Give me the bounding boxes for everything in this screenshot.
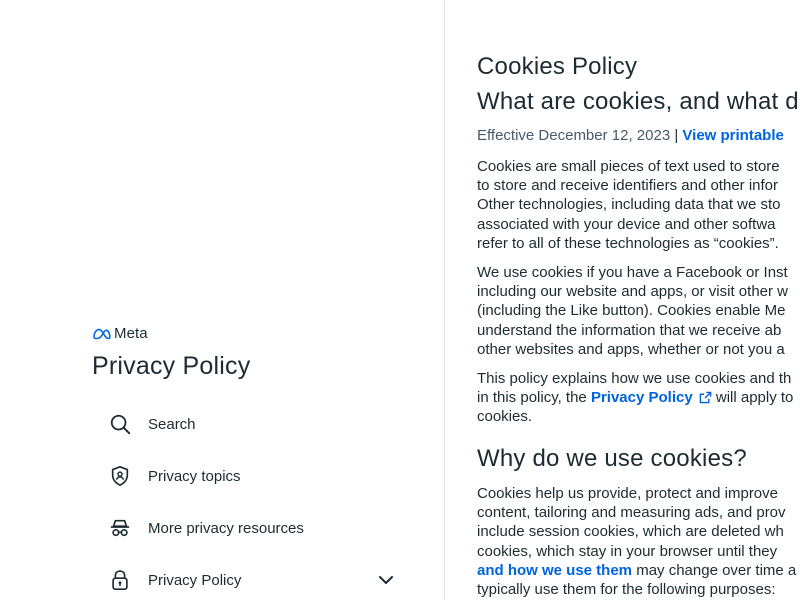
view-printable-link[interactable]: View printable [682, 127, 783, 144]
incognito-icon [108, 516, 132, 540]
how-we-use-them-link[interactable]: and how we use them [477, 562, 632, 579]
privacy-policy-link-label: Privacy Policy [590, 389, 693, 407]
sidebar-nav: Search Privacy topics More privacy resou… [92, 398, 412, 606]
chevron-down-icon[interactable] [376, 570, 396, 590]
shield-lock-icon [108, 464, 132, 488]
main-content: Cookies Policy What are cookies, and wha… [477, 0, 800, 600]
separator: | [674, 127, 679, 144]
text-line: (including the Like button). Cookies ena… [477, 302, 786, 320]
sidebar-item-label: More privacy resources [148, 519, 304, 537]
sidebar-item-more-privacy-resources[interactable]: More privacy resources [92, 502, 412, 554]
text-line: understand the information that we recei… [477, 321, 782, 339]
meta-logo[interactable]: Meta [92, 325, 148, 342]
text-line: include session cookies, which are delet… [477, 523, 784, 541]
lock-icon [108, 568, 132, 592]
paragraph-why-cookies: Cookies help us provide, protect and imp… [477, 484, 796, 599]
sidebar: Meta Privacy Policy Search Privacy topic… [0, 0, 445, 600]
sidebar-item-label: Privacy Policy [148, 571, 242, 589]
text-fragment: in this policy, the [477, 389, 591, 407]
text-line: cookies, which stay in your browser unti… [477, 542, 778, 560]
sidebar-item-label: Privacy topics [148, 467, 241, 485]
text-line: cookies. [477, 408, 533, 426]
text-line: We use cookies if you have a Facebook or… [477, 264, 788, 281]
section-heading-why-cookies: Why do we use cookies? [477, 445, 747, 472]
text-line: including our website and apps, or visit… [477, 283, 789, 301]
brand-name: Meta [114, 325, 148, 342]
text-fragment: may change over time a [632, 561, 797, 579]
text-fragment: will apply to [711, 389, 794, 407]
text-line: This policy explains how we use cookies … [477, 370, 792, 387]
text-line: Other technologies, including data that … [477, 196, 781, 214]
sidebar-item-label: Search [148, 415, 196, 433]
page-title: Cookies Policy [477, 53, 638, 80]
text-line: refer to all of these technologies as “c… [477, 234, 779, 252]
sidebar-item-privacy-policy[interactable]: Privacy Policy [92, 554, 412, 606]
external-link-icon [699, 391, 711, 404]
search-icon [108, 412, 132, 436]
privacy-policy-link[interactable]: Privacy Policy [591, 389, 712, 406]
text-line: associated with your device and other so… [477, 215, 776, 233]
text-line: in this policy, the Privacy Policy will … [477, 388, 793, 407]
sidebar-item-search[interactable]: Search [92, 398, 412, 450]
meta-infinity-icon [93, 328, 111, 339]
text-line: other websites and apps, whether or not … [477, 340, 785, 358]
section-heading-what-are-cookies: What are cookies, and what d [477, 88, 799, 115]
text-line: Cookies are small pieces of text used to… [477, 158, 780, 175]
paragraph-intro: Cookies are small pieces of text used to… [477, 157, 781, 253]
paragraph-usage: We use cookies if you have a Facebook or… [477, 263, 788, 359]
sidebar-item-privacy-topics[interactable]: Privacy topics [92, 450, 412, 502]
sidebar-title: Privacy Policy [92, 352, 251, 380]
text-line: Cookies help us provide, protect and imp… [477, 485, 778, 502]
text-line: typically use them for the following pur… [477, 580, 776, 598]
text-line: to store and receive identifiers and oth… [477, 177, 779, 195]
text-line: content, tailoring and measuring ads, an… [477, 504, 786, 522]
paragraph-policy-explains: This policy explains how we use cookies … [477, 369, 793, 427]
effective-date-line: Effective December 12, 2023 | View print… [477, 127, 784, 144]
effective-date: Effective December 12, 2023 [477, 127, 671, 144]
text-line: and how we use them may change over time… [477, 561, 796, 580]
